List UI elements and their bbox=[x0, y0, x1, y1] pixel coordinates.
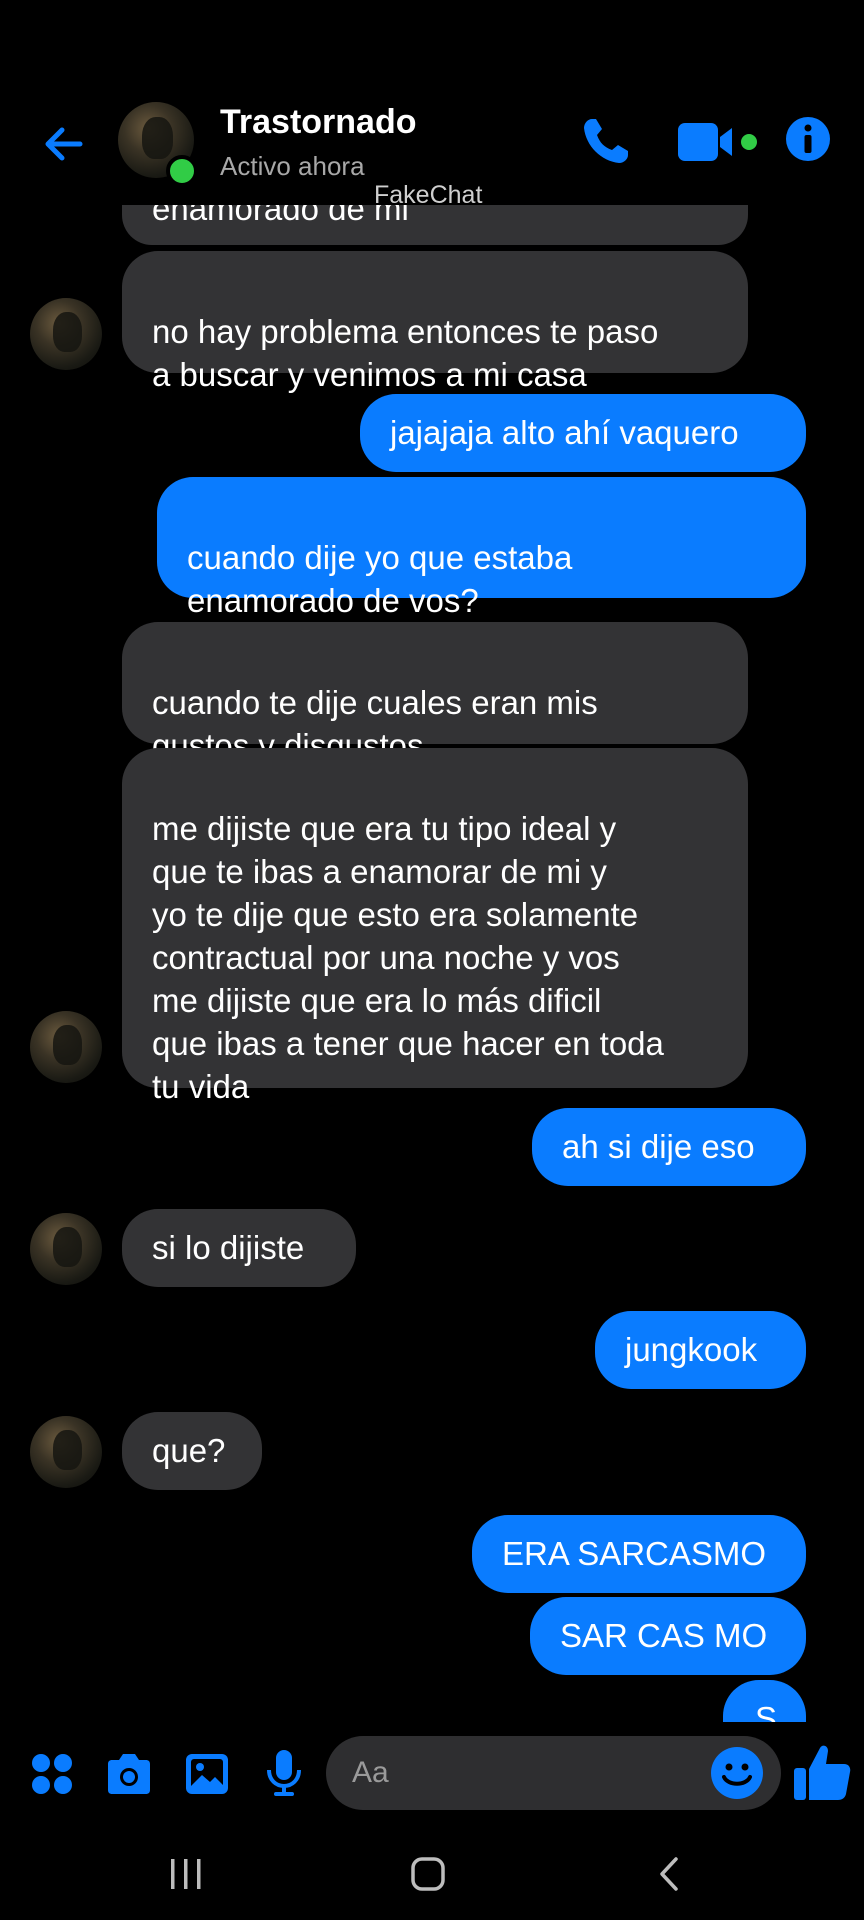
sender-avatar bbox=[30, 1011, 102, 1083]
gallery-icon[interactable] bbox=[184, 1752, 230, 1796]
emoji-icon[interactable] bbox=[710, 1746, 764, 1800]
message-incoming: si lo dijiste bbox=[122, 1209, 356, 1287]
online-indicator bbox=[166, 155, 198, 187]
message-input[interactable]: Aa bbox=[326, 1736, 781, 1810]
message-incoming: cuando te dije cuales eran mis gustos y … bbox=[122, 622, 748, 764]
microphone-icon[interactable] bbox=[264, 1748, 304, 1798]
message-incoming: que? bbox=[122, 1412, 262, 1490]
message-incoming: me dijiste que era tu tipo ideal y que t… bbox=[122, 748, 748, 1105]
message-outgoing: SAR CAS MO bbox=[530, 1597, 806, 1675]
message-text: enamorado de mi bbox=[152, 205, 409, 227]
info-icon[interactable] bbox=[784, 115, 832, 163]
contact-name[interactable]: Trastornado bbox=[220, 103, 416, 142]
message-text: jajajaja alto ahí vaquero bbox=[390, 414, 739, 451]
message-input-placeholder: Aa bbox=[352, 1756, 389, 1789]
message-text: jungkook bbox=[625, 1331, 758, 1368]
message-outgoing: ERA SARCASMO bbox=[472, 1515, 806, 1593]
message-outgoing: S bbox=[723, 1680, 806, 1722]
camera-icon[interactable] bbox=[104, 1752, 154, 1796]
message-outgoing: ah si dije eso bbox=[532, 1108, 806, 1186]
phone-call-icon[interactable] bbox=[578, 113, 634, 169]
message-list[interactable]: enamorado de mi no hay problema entonces… bbox=[0, 205, 864, 1722]
message-composer: Aa bbox=[0, 1722, 864, 1832]
sender-avatar bbox=[30, 298, 102, 370]
message-outgoing: jungkook bbox=[595, 1311, 806, 1389]
home-icon[interactable] bbox=[408, 1854, 448, 1894]
sender-avatar bbox=[30, 1213, 102, 1285]
message-text: que? bbox=[152, 1432, 226, 1469]
back-icon[interactable] bbox=[650, 1854, 690, 1894]
message-text: si lo dijiste bbox=[152, 1229, 305, 1266]
message-text: ah si dije eso bbox=[562, 1128, 755, 1165]
message-text: no hay problema entonces te paso a busca… bbox=[152, 313, 659, 393]
contact-status: Activo ahora bbox=[220, 151, 365, 181]
message-text: ERA SARCASMO bbox=[502, 1535, 767, 1572]
like-icon[interactable] bbox=[792, 1742, 852, 1802]
message-incoming: enamorado de mi bbox=[122, 205, 748, 245]
apps-icon[interactable] bbox=[30, 1752, 74, 1796]
message-text: me dijiste que era tu tipo ideal y que t… bbox=[152, 810, 664, 1105]
back-arrow-icon[interactable] bbox=[40, 120, 88, 168]
message-incoming: no hay problema entonces te paso a busca… bbox=[122, 251, 748, 393]
message-outgoing: jajajaja alto ahí vaquero bbox=[360, 394, 806, 472]
message-text: cuando dije yo que estaba enamorado de v… bbox=[187, 539, 573, 619]
system-navigation-bar bbox=[0, 1832, 864, 1920]
recent-apps-icon[interactable] bbox=[166, 1854, 206, 1894]
message-outgoing: cuando dije yo que estaba enamorado de v… bbox=[157, 477, 806, 619]
video-call-icon[interactable] bbox=[676, 117, 764, 167]
message-text: S bbox=[755, 1700, 778, 1722]
message-text: SAR CAS MO bbox=[560, 1617, 768, 1654]
chat-header: Trastornado Activo ahora FakeChat bbox=[0, 95, 864, 209]
sender-avatar bbox=[30, 1416, 102, 1488]
